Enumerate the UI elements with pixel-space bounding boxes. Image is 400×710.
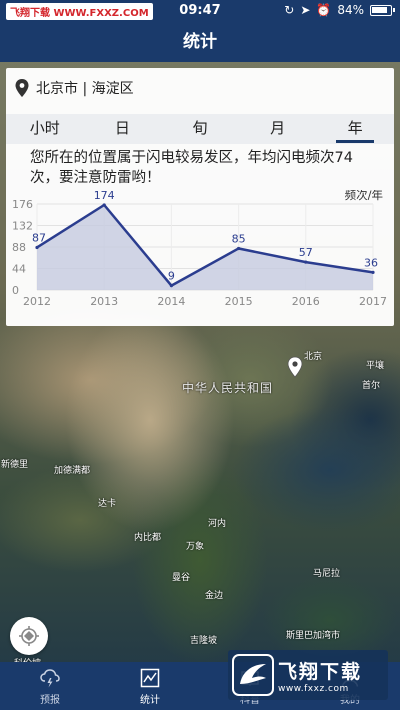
watermark-title: 飞翔下载 <box>278 660 363 683</box>
battery-percent: 84% <box>337 3 364 17</box>
map-label-kuala-lumpur: 吉隆坡 <box>190 636 218 646</box>
watermark: 飞翔下载 www.fxxz.com <box>228 650 388 700</box>
period-tabs: 小时 日 旬 月 年 <box>6 114 394 144</box>
map-label-bangkok: 曼谷 <box>172 573 191 583</box>
data-label: 85 <box>232 232 246 245</box>
map-label-manila: 马尼拉 <box>313 569 341 579</box>
alarm-icon: ⏰ <box>316 3 332 17</box>
rotation-lock-icon: ↻ <box>284 3 295 17</box>
location-row[interactable]: 北京市 | 海淀区 <box>14 76 134 100</box>
x-tick-label: 2013 <box>90 295 118 308</box>
statistics-card: 北京市 | 海淀区 小时 日 旬 月 年 您所在的位置属于闪电较易发区，年均闪电… <box>6 68 394 326</box>
data-point <box>102 203 106 207</box>
data-point <box>35 245 39 250</box>
x-tick-label: 2015 <box>225 295 253 308</box>
status-bar: 飞翔下载 WWW.FXXZ.COM 09:47 ↻ ➤ ⏰ 84% <box>0 0 400 22</box>
y-tick-label: 0 <box>12 284 19 297</box>
x-tick-label: 2017 <box>359 295 387 308</box>
data-label: 57 <box>299 246 313 259</box>
x-tick-label: 2014 <box>157 295 185 308</box>
y-tick-label: 176 <box>12 198 33 211</box>
crosshair-icon <box>19 626 39 646</box>
data-label: 36 <box>364 256 378 269</box>
y-tick-label: 88 <box>12 241 26 254</box>
tab-year[interactable]: 年 <box>316 114 394 144</box>
x-tick-label: 2016 <box>292 295 320 308</box>
location-arrow-icon: ➤ <box>300 3 311 17</box>
map-pin-icon <box>15 79 29 97</box>
data-label: 87 <box>32 231 46 244</box>
lightning-frequency-chart: 0 44 88 132 176 87 174 9 85 57 36 2012 2013 2014 2015 2… <box>12 190 387 308</box>
watermark-logo-icon <box>232 654 274 696</box>
location-text: 北京市 | 海淀区 <box>36 81 134 97</box>
locate-button[interactable] <box>10 617 48 655</box>
lightning-cloud-icon <box>40 668 60 687</box>
tab-dekad[interactable]: 旬 <box>161 114 239 144</box>
map-label-pyongyang: 平壤 <box>366 361 385 371</box>
map-label-hanoi: 河内 <box>208 519 227 529</box>
data-point <box>371 270 375 275</box>
map-label-kathmandu: 加德满都 <box>54 466 91 476</box>
data-label: 9 <box>168 270 175 283</box>
map-label-phnom-penh: 金边 <box>205 591 224 601</box>
map-label-bandar-seri-begawan: 斯里巴加湾市 <box>286 631 341 641</box>
tab-hour[interactable]: 小时 <box>6 114 84 144</box>
data-label: 174 <box>94 190 115 202</box>
map-label-seoul: 首尔 <box>362 381 381 391</box>
nav-statistics-label: 统计 <box>140 694 160 706</box>
nav-statistics[interactable]: 统计 <box>100 662 200 710</box>
y-tick-label: 132 <box>12 220 33 233</box>
map-label-naypyidaw: 内比都 <box>134 533 162 543</box>
x-tick-label: 2012 <box>23 295 51 308</box>
tab-day[interactable]: 日 <box>84 114 162 144</box>
nav-forecast-label: 预报 <box>40 694 60 706</box>
chart-icon <box>140 668 160 687</box>
map-label-china: 中华人民共和国 <box>182 381 274 395</box>
location-marker-icon[interactable] <box>287 356 303 378</box>
nav-forecast[interactable]: 预报 <box>0 662 100 710</box>
tab-month[interactable]: 月 <box>239 114 317 144</box>
map-label-vientiane: 万象 <box>186 542 205 552</box>
unit-label: 频次/年 <box>345 190 383 202</box>
lightning-notice: 您所在的位置属于闪电较易发区，年均闪电频次74次，要注意防雷哟！ <box>30 150 353 186</box>
data-point <box>169 284 173 288</box>
map-label-beijing: 北京 <box>304 352 323 362</box>
watermark-url: www.fxxz.com <box>278 683 349 694</box>
status-indicators: ↻ ➤ ⏰ 84% <box>284 3 395 17</box>
map-label-dhaka: 达卡 <box>98 499 117 509</box>
data-point <box>304 260 308 264</box>
map-label-new-delhi: 新德里 <box>1 460 29 470</box>
y-tick-label: 44 <box>12 263 26 276</box>
data-point <box>237 246 241 251</box>
battery-icon <box>370 4 395 16</box>
page-title: 统计 <box>0 22 400 62</box>
